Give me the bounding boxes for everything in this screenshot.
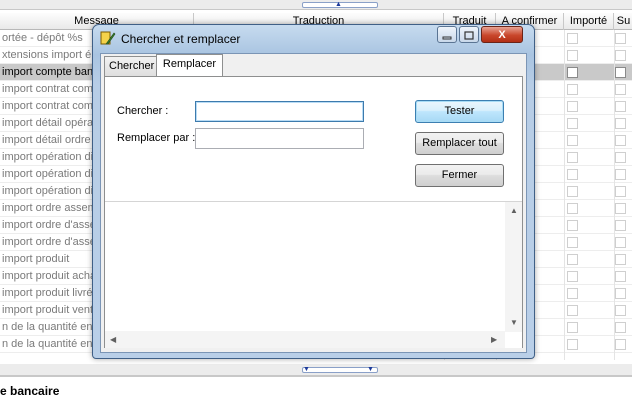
close-icon: X — [498, 29, 506, 41]
row-checkbox[interactable] — [615, 271, 626, 282]
column-divider — [564, 30, 565, 360]
column-header-importe[interactable]: Importé — [564, 13, 614, 30]
column-divider — [614, 30, 615, 360]
row-checkbox[interactable] — [567, 67, 578, 78]
detail-panel: e bancaire — [0, 376, 632, 402]
row-checkbox[interactable] — [567, 203, 578, 214]
row-checkbox[interactable] — [567, 186, 578, 197]
row-checkbox[interactable] — [615, 254, 626, 265]
row-checkbox[interactable] — [567, 220, 578, 231]
row-checkbox[interactable] — [615, 152, 626, 163]
replace-label: Remplacer par : — [117, 132, 196, 144]
tab-chercher[interactable]: Chercher — [104, 56, 157, 76]
row-checkbox[interactable] — [567, 118, 578, 129]
tab-panel-remplacer: Chercher : Remplacer par : Tester Rempla… — [104, 76, 523, 348]
scroll-up-icon[interactable]: ▲ — [510, 206, 518, 215]
row-checkbox[interactable] — [615, 288, 626, 299]
chevron-up-icon: ▲ — [335, 1, 342, 8]
horizontal-scrollbar[interactable]: ◀ ▶ — [105, 331, 505, 348]
top-splitter[interactable]: ▲ — [0, 0, 632, 10]
dialog-client-area: Chercher Remplacer Chercher : Remplacer … — [100, 53, 527, 353]
row-checkbox[interactable] — [615, 305, 626, 316]
vertical-scrollbar[interactable]: ▲ ▼ — [505, 202, 522, 332]
row-checkbox[interactable] — [615, 50, 626, 61]
minimize-button[interactable] — [437, 26, 457, 43]
chevron-down-icon: ▼ — [367, 366, 374, 373]
row-checkbox[interactable] — [567, 305, 578, 316]
bottom-splitter[interactable]: ▼ ▼ — [0, 364, 632, 376]
row-checkbox[interactable] — [567, 50, 578, 61]
maximize-icon — [460, 28, 478, 45]
replace-input[interactable] — [195, 128, 364, 149]
row-checkbox[interactable] — [567, 254, 578, 265]
scroll-right-icon[interactable]: ▶ — [491, 335, 497, 344]
row-checkbox[interactable] — [567, 288, 578, 299]
row-checkbox[interactable] — [615, 169, 626, 180]
search-label: Chercher : — [117, 105, 169, 117]
row-checkbox[interactable] — [567, 101, 578, 112]
row-checkbox[interactable] — [567, 152, 578, 163]
row-checkbox[interactable] — [615, 220, 626, 231]
row-checkbox[interactable] — [567, 339, 578, 350]
row-checkbox[interactable] — [567, 169, 578, 180]
splitter-grip[interactable]: ▲ — [302, 1, 378, 8]
row-checkbox[interactable] — [615, 33, 626, 44]
row-checkbox[interactable] — [615, 118, 626, 129]
row-checkbox[interactable] — [567, 84, 578, 95]
row-checkbox[interactable] — [615, 203, 626, 214]
row-checkbox[interactable] — [615, 67, 626, 78]
results-list[interactable]: ▲ ▼ ◀ ▶ — [105, 201, 522, 348]
row-checkbox[interactable] — [615, 339, 626, 350]
row-checkbox[interactable] — [615, 237, 626, 248]
close-dialog-button[interactable]: Fermer — [415, 164, 504, 187]
scroll-down-icon[interactable]: ▼ — [510, 318, 518, 327]
test-button[interactable]: Tester — [415, 100, 504, 123]
column-header-su[interactable]: Su — [614, 13, 632, 30]
row-checkbox[interactable] — [615, 101, 626, 112]
splitter-grip[interactable]: ▼ ▼ — [302, 366, 378, 373]
detail-label: e bancaire — [0, 384, 60, 398]
search-input[interactable] — [195, 101, 364, 122]
row-checkbox[interactable] — [567, 271, 578, 282]
app-icon — [100, 31, 116, 45]
chevron-down-icon: ▼ — [303, 366, 310, 373]
tab-remplacer[interactable]: Remplacer — [156, 54, 223, 76]
row-checkbox[interactable] — [615, 84, 626, 95]
row-checkbox[interactable] — [567, 237, 578, 248]
row-checkbox[interactable] — [567, 322, 578, 333]
row-checkbox[interactable] — [615, 322, 626, 333]
close-button[interactable]: X — [481, 26, 523, 43]
row-checkbox[interactable] — [567, 135, 578, 146]
row-checkbox[interactable] — [615, 135, 626, 146]
minimize-icon — [438, 28, 456, 45]
replace-all-button[interactable]: Remplacer tout — [415, 132, 504, 155]
row-checkbox[interactable] — [567, 33, 578, 44]
dialog-title: Chercher et remplacer — [121, 32, 241, 46]
scroll-left-icon[interactable]: ◀ — [110, 335, 116, 344]
application-window: ▲ Message Traduction Traduit A confirmer… — [0, 0, 632, 402]
row-checkbox[interactable] — [615, 186, 626, 197]
maximize-button[interactable] — [459, 26, 479, 43]
find-replace-dialog: Chercher et remplacer X Chercher Remplac… — [92, 24, 535, 359]
